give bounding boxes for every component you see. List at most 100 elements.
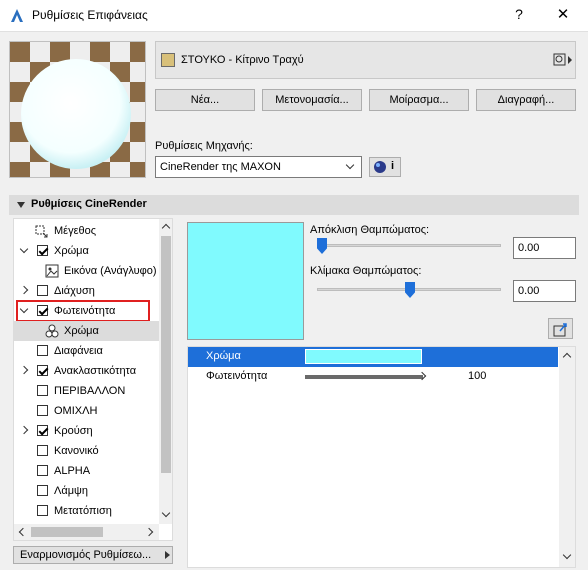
tree-item-label: Διαφάνεια <box>54 345 103 357</box>
scroll-thumb[interactable] <box>161 236 171 473</box>
tree-item[interactable]: Κρούση <box>14 421 164 441</box>
param-color-swatch[interactable] <box>305 349 422 364</box>
chevron-down-icon[interactable] <box>19 244 29 254</box>
param-row[interactable]: Χρώμα <box>188 347 558 367</box>
channel-checkbox[interactable] <box>37 385 48 396</box>
channel-checkbox[interactable] <box>37 505 48 516</box>
tree-item[interactable]: ALPHA <box>14 461 164 481</box>
tree-item[interactable]: Εικόνα (Ανάγλυφο) <box>14 261 164 281</box>
new-button[interactable]: Νέα... <box>155 89 255 111</box>
tree-item-label: Διάχυση <box>54 285 95 297</box>
help-button[interactable]: ? <box>509 6 529 22</box>
param-slider-fill <box>305 375 423 379</box>
nodes-icon <box>45 324 59 338</box>
harmonize-button[interactable]: Εναρμονισμός Ρυθμίσεω... <box>13 546 173 564</box>
tree-item-label: Κρούση <box>54 425 93 437</box>
scroll-up-icon[interactable] <box>161 223 171 233</box>
tree-item-label: Ανακλαστικότητα <box>54 365 137 377</box>
tree-item[interactable]: ΠΕΡΙΒΑΛΛΟΝ <box>14 381 164 401</box>
tree-item[interactable]: Ανακλαστικότητα <box>14 361 164 381</box>
param-list: Χρώμα Φωτεινότητα 100 <box>187 346 576 568</box>
surface-name: ΣΤΟΥΚΟ - Κίτρινο Τραχύ <box>181 54 304 66</box>
blur-scale-field[interactable]: 0.00 <box>513 280 576 302</box>
archicad-logo-icon <box>11 9 23 22</box>
chevron-right-icon[interactable] <box>19 285 29 295</box>
tree-item[interactable]: Χρώμα <box>14 241 164 261</box>
chevron-down-icon[interactable] <box>19 304 29 314</box>
tree-item-label: Μέγεθος <box>54 225 97 237</box>
tree-item[interactable]: Μέγεθος <box>14 221 164 241</box>
surface-selector[interactable]: ΣΤΟΥΚΟ - Κίτρινο Τραχύ <box>155 41 576 79</box>
blur-offset-track[interactable] <box>317 244 501 247</box>
scroll-down-icon[interactable] <box>161 508 171 518</box>
channel-checkbox[interactable] <box>37 485 48 496</box>
scroll-right-icon[interactable] <box>144 527 154 537</box>
param-row[interactable]: Φωτεινότητα 100 <box>188 367 558 387</box>
surface-preview <box>9 41 146 178</box>
blur-scale-thumb[interactable] <box>405 282 415 298</box>
engine-label: Ρυθμίσεις Μηχανής: <box>155 140 253 152</box>
harmonize-label: Εναρμονισμός Ρυθμίσεω... <box>20 549 152 561</box>
channel-checkbox[interactable] <box>37 245 48 256</box>
close-button[interactable]: ✕ <box>551 5 575 23</box>
section-title: Ρυθμίσεις CineRender <box>31 198 147 210</box>
catalog-icon[interactable] <box>553 53 573 68</box>
rename-button[interactable]: Μετονομασία... <box>262 89 362 111</box>
blur-offset-field[interactable]: 0.00 <box>513 237 576 259</box>
channel-checkbox[interactable] <box>37 345 48 356</box>
size-icon <box>35 225 48 238</box>
channel-checkbox[interactable] <box>37 285 48 296</box>
tree-item-label: Μετατόπιση <box>54 505 112 517</box>
param-scroll-down-icon[interactable] <box>562 550 572 560</box>
param-value: 100 <box>468 370 487 382</box>
tree-item[interactable]: Μετατόπιση <box>14 501 164 521</box>
channel-checkbox[interactable] <box>37 365 48 376</box>
transfer-settings-button[interactable] <box>548 318 573 339</box>
engine-info-button[interactable]: i <box>369 157 401 177</box>
chevron-right-icon[interactable] <box>19 365 29 375</box>
param-vscrollbar[interactable] <box>559 347 575 567</box>
param-label: Χρώμα <box>206 350 241 362</box>
channel-checkbox[interactable] <box>37 465 48 476</box>
tree-item-label: Κανονικό <box>54 445 99 457</box>
preview-sphere <box>21 59 131 169</box>
param-scroll-up-icon[interactable] <box>562 352 572 362</box>
engine-select[interactable]: CineRender της MAXON <box>155 156 362 178</box>
tree-item[interactable]: Διαφάνεια <box>14 341 164 361</box>
export-icon <box>553 323 567 337</box>
image-icon <box>45 264 59 278</box>
tree-item[interactable]: Κανονικό <box>14 441 164 461</box>
hscroll-thumb[interactable] <box>31 527 103 537</box>
section-header[interactable]: Ρυθμίσεις CineRender <box>9 195 579 215</box>
luminance-color-preview <box>187 222 304 340</box>
tree-vscrollbar[interactable] <box>159 219 172 524</box>
channel-checkbox[interactable] <box>37 425 48 436</box>
tree-item-label: ALPHA <box>54 465 91 477</box>
delete-button[interactable]: Διαγραφή... <box>476 89 576 111</box>
tree-item-label: ΠΕΡΙΒΑΛΛΟΝ <box>54 385 126 397</box>
blur-offset-thumb[interactable] <box>317 238 327 254</box>
tree-item[interactable]: Χρώμα <box>14 321 164 341</box>
triangle-right-icon <box>165 551 170 559</box>
tree-hscrollbar[interactable] <box>14 524 159 540</box>
info-label: i <box>391 160 395 172</box>
param-label: Φωτεινότητα <box>206 370 268 382</box>
tree-item[interactable]: ΟΜΙΧΛΗ <box>14 401 164 421</box>
tree-item[interactable]: Φωτεινότητα <box>14 301 164 321</box>
chevron-right-icon[interactable] <box>19 425 29 435</box>
param-slider-track[interactable] <box>305 375 423 379</box>
tree-item[interactable]: Λάμψη <box>14 481 164 501</box>
channel-checkbox[interactable] <box>37 305 48 316</box>
share-button[interactable]: Μοίρασμα... <box>369 89 469 111</box>
scroll-left-icon[interactable] <box>18 527 28 537</box>
surface-swatch <box>161 53 175 67</box>
tree-item[interactable]: Διάχυση <box>14 281 164 301</box>
blur-offset-label: Απόκλιση Θαμπώματος: <box>310 224 430 236</box>
channel-checkbox[interactable] <box>37 445 48 456</box>
tree-item-label: ΟΜΙΧΛΗ <box>54 405 98 417</box>
chevron-down-icon <box>345 160 355 170</box>
tree-item-label: Λάμψη <box>54 485 89 497</box>
cinerender-icon <box>374 161 386 173</box>
channel-checkbox[interactable] <box>37 405 48 416</box>
window-title: Ρυθμίσεις Επιφάνειας <box>32 8 148 22</box>
